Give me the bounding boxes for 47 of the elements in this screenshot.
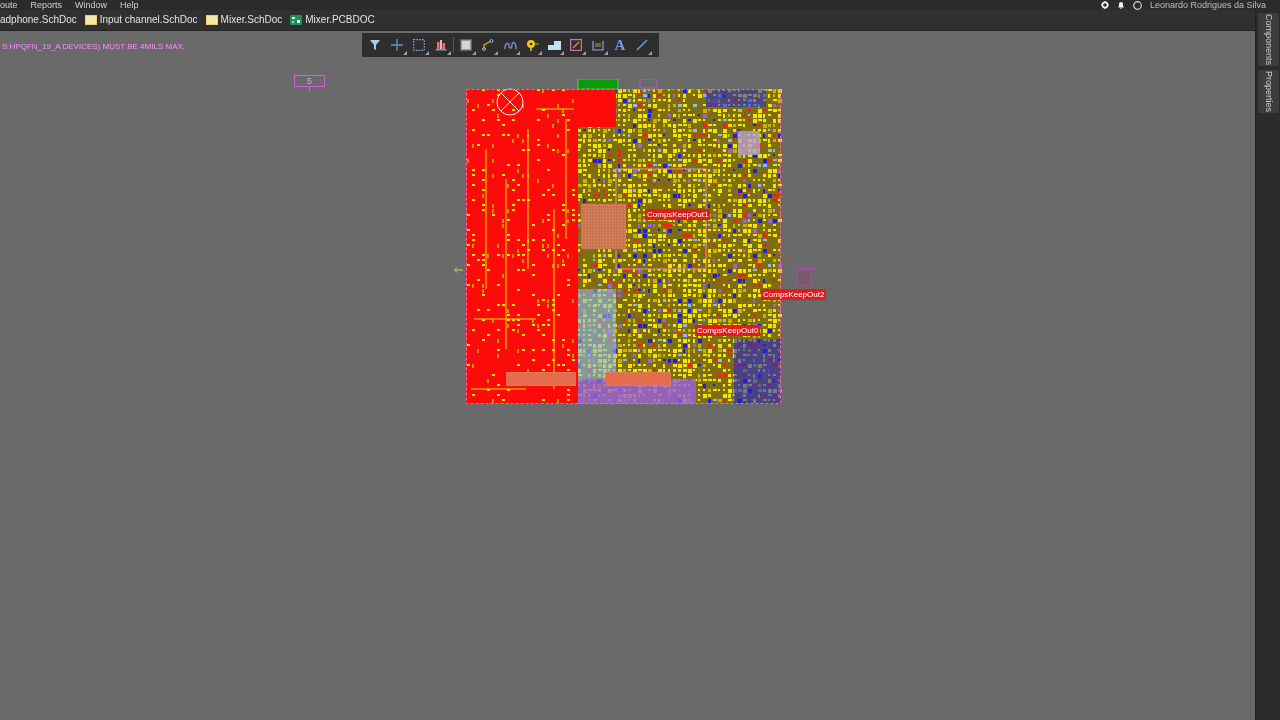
dropdown-corner-icon — [582, 51, 586, 55]
text-tool-button[interactable]: A — [609, 34, 631, 56]
dropdown-corner-icon — [538, 51, 542, 55]
menu-item[interactable]: oute — [0, 0, 18, 10]
panel-tab[interactable]: Components — [1257, 13, 1279, 67]
user-icon[interactable] — [1132, 0, 1142, 10]
keepout-label: CompsKeepOut1 — [645, 209, 711, 220]
document-icon — [205, 15, 218, 25]
document-tab[interactable]: Mixer.PCBDOC — [290, 14, 375, 26]
gear-icon[interactable] — [1100, 1, 1109, 9]
document-tab[interactable]: Mixer.SchDoc — [205, 14, 283, 26]
rectangle-outline-icon — [794, 267, 816, 286]
dropdown-corner-icon — [403, 51, 407, 55]
menu-item[interactable]: Help — [120, 0, 139, 10]
document-tab[interactable]: Input channel.SchDoc — [84, 14, 198, 26]
crosshair-icon — [391, 39, 403, 51]
menu-item[interactable]: Window — [75, 0, 108, 10]
polygon-icon — [547, 40, 561, 50]
dropdown-corner-icon — [604, 51, 608, 55]
arrow-icon — [454, 267, 463, 273]
bell-icon[interactable] — [1116, 1, 1125, 9]
dropdown-corner-icon — [425, 51, 429, 55]
chip-icon — [460, 39, 472, 51]
dropdown-corner-icon — [447, 51, 451, 55]
route-path-icon — [482, 39, 494, 51]
keepout-label: CompsKeepOut2 — [761, 289, 827, 300]
panel-tab[interactable]: Properties — [1257, 70, 1279, 114]
menu-item[interactable]: Reports — [30, 0, 63, 10]
dropdown-corner-icon — [560, 51, 564, 55]
document-tab[interactable]: adphone.SchDoc — [0, 14, 77, 26]
filter-icon — [369, 39, 381, 51]
dropdown-corner-icon — [494, 51, 498, 55]
design-note: S HPQFN_19_A DEVICES) MUST BE 4MILS MAX. — [2, 42, 186, 51]
wave-icon — [503, 40, 517, 50]
circuit-board-icon — [290, 15, 303, 25]
slashed-square-icon — [570, 39, 582, 51]
bracket-icon — [592, 39, 604, 51]
dashed-rectangle-icon — [413, 39, 425, 51]
dropdown-corner-icon — [648, 51, 652, 55]
user-name: Leonardo Rodrigues da Silva — [1149, 0, 1266, 10]
dropdown-corner-icon — [516, 51, 520, 55]
bars-icon — [435, 39, 447, 51]
pad-icon — [525, 39, 539, 51]
document-icon — [84, 15, 97, 25]
line-icon — [636, 39, 648, 51]
dropdown-corner-icon — [472, 51, 476, 55]
keepout-label: CompsKeepOut0 — [695, 325, 761, 336]
